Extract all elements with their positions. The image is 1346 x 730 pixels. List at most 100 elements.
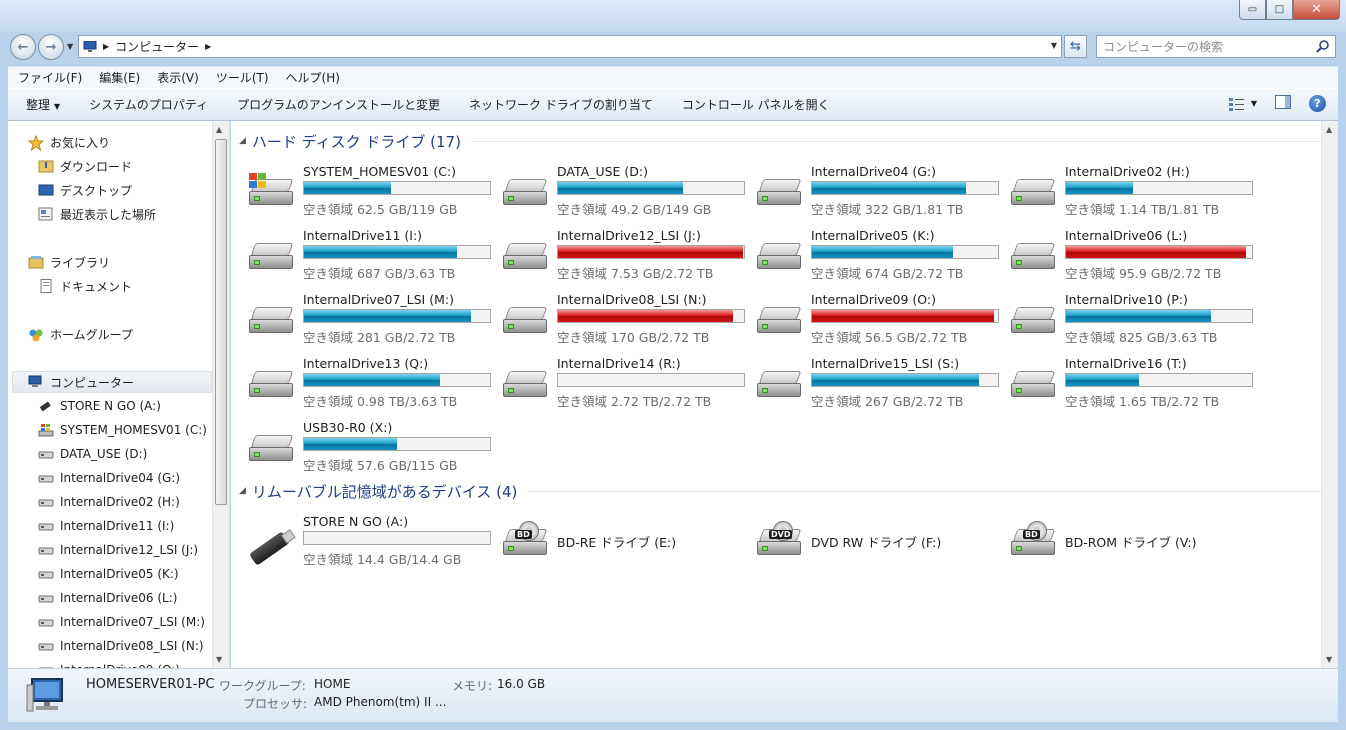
nav-computer[interactable]: コンピューター: [12, 371, 212, 393]
drive-tile[interactable]: InternalDrive16 (T:) 空き領域 1.65 TB/2.72 TB: [1001, 352, 1253, 414]
menu-help[interactable]: ヘルプ(H): [286, 69, 340, 86]
nav-drive-item[interactable]: DATA_USE (D:): [38, 443, 147, 465]
drive-tile[interactable]: InternalDrive07_LSI (M:) 空き領域 281 GB/2.72…: [239, 288, 491, 350]
nav-homegroup[interactable]: ホームグループ: [28, 323, 133, 345]
drive-tile[interactable]: InternalDrive09 (O:) 空き領域 56.5 GB/2.72 TB: [747, 288, 999, 350]
drive-name: InternalDrive12_LSI (J:): [557, 228, 701, 243]
scroll-down-icon[interactable]: ▼: [1326, 655, 1332, 664]
forward-arrow-icon: →: [45, 39, 57, 55]
disc-label: BD: [515, 530, 532, 539]
removable-tile[interactable]: STORE N GO (A:) 空き領域 14.4 GB/14.4 GB: [239, 510, 491, 572]
drive-tile[interactable]: DATA_USE (D:) 空き領域 49.2 GB/149 GB: [493, 160, 745, 222]
menu-file[interactable]: ファイル(F): [18, 69, 82, 86]
removable-tile[interactable]: BD BD-RE ドライブ (E:): [493, 510, 743, 572]
computer-icon: [83, 40, 97, 53]
nav-drive-item[interactable]: InternalDrive12_LSI (J:): [38, 539, 198, 561]
nav-drive-item[interactable]: InternalDrive07_LSI (M:): [38, 611, 205, 633]
search-input[interactable]: コンピューターの検索: [1096, 35, 1336, 58]
maximize-button[interactable]: □: [1266, 0, 1293, 20]
removable-tile[interactable]: BD BD-ROM ドライブ (V:): [1001, 510, 1251, 572]
drive-tile[interactable]: SYSTEM_HOMESV01 (C:) 空き領域 62.5 GB/119 GB: [239, 160, 491, 222]
drive-tile[interactable]: InternalDrive08_LSI (N:) 空き領域 170 GB/2.72…: [493, 288, 745, 350]
capacity-bar: [557, 309, 745, 323]
nav-computer-label: コンピューター: [50, 375, 135, 390]
capacity-bar-fill: [1066, 246, 1247, 258]
address-dropdown-icon[interactable]: ▼: [1051, 41, 1057, 50]
nav-drive-item[interactable]: InternalDrive05 (K:): [38, 563, 179, 585]
nav-scrollbar[interactable]: ▲ ▼: [212, 121, 229, 668]
drive-tile[interactable]: InternalDrive12_LSI (J:) 空き領域 7.53 GB/2.7…: [493, 224, 745, 286]
removable-group-header[interactable]: ◢ リムーバブル記憶域があるデバイス (4): [239, 480, 517, 502]
scroll-up-icon[interactable]: ▲: [1326, 125, 1332, 134]
collapse-icon[interactable]: ◢: [239, 486, 246, 496]
nav-drive-item[interactable]: InternalDrive09 (O:): [38, 659, 180, 668]
nav-drive-item[interactable]: InternalDrive04 (G:): [38, 467, 180, 489]
close-button[interactable]: ✕: [1293, 0, 1340, 20]
drive-icon-wrap: [1011, 303, 1057, 337]
help-icon[interactable]: ?: [1309, 95, 1326, 112]
menu-tools[interactable]: ツール(T): [216, 69, 269, 86]
forward-button[interactable]: →: [38, 34, 64, 60]
scroll-up-icon[interactable]: ▲: [216, 125, 222, 134]
content-scrollbar[interactable]: ▲ ▼: [1321, 121, 1338, 668]
view-options-button[interactable]: ▼: [1228, 97, 1257, 111]
breadcrumb-separator-icon[interactable]: ▶: [205, 42, 211, 51]
view-controls: ▼ ?: [1228, 95, 1326, 112]
nav-drive-label: STORE N GO (A:): [60, 399, 161, 413]
menu-edit[interactable]: 編集(E): [99, 69, 140, 86]
drive-tile[interactable]: InternalDrive14 (R:) 空き領域 2.72 TB/2.72 TB: [493, 352, 745, 414]
recent-pages-dropdown[interactable]: ▼: [67, 42, 73, 51]
scroll-down-icon[interactable]: ▼: [216, 655, 222, 664]
nav-libraries[interactable]: ライブラリ: [28, 251, 110, 273]
preview-pane-button[interactable]: [1275, 95, 1291, 112]
address-row: ← → ▼ ▶ コンピューター ▶ ▼ ⇆ コンピューターの検索: [0, 30, 1346, 62]
nav-scrollbar-thumb[interactable]: [215, 139, 227, 505]
hard-drive-icon: [38, 543, 54, 557]
nav-drive-item[interactable]: InternalDrive06 (L:): [38, 587, 177, 609]
drive-tile[interactable]: InternalDrive04 (G:) 空き領域 322 GB/1.81 TB: [747, 160, 999, 222]
nav-drive-item[interactable]: InternalDrive08_LSI (N:): [38, 635, 204, 657]
capacity-bar-fill: [1066, 182, 1133, 194]
menu-view[interactable]: 表示(V): [157, 69, 199, 86]
drive-tile[interactable]: InternalDrive06 (L:) 空き領域 95.9 GB/2.72 TB: [1001, 224, 1253, 286]
uninstall-button[interactable]: プログラムのアンインストールと変更: [237, 96, 440, 113]
nav-drive-item[interactable]: InternalDrive02 (H:): [38, 491, 180, 513]
drive-tile[interactable]: InternalDrive15_LSI (S:) 空き領域 267 GB/2.72…: [747, 352, 999, 414]
nav-desktop[interactable]: デスクトップ: [38, 179, 132, 201]
refresh-button[interactable]: ⇆: [1064, 35, 1087, 58]
hdd-group-header[interactable]: ◢ ハード ディスク ドライブ (17): [239, 130, 461, 152]
system-properties-button[interactable]: システムのプロパティ: [89, 96, 208, 113]
removable-tile[interactable]: DVD DVD RW ドライブ (F:): [747, 510, 997, 572]
drive-icon-wrap: [1011, 367, 1057, 401]
drive-tile[interactable]: InternalDrive05 (K:) 空き領域 674 GB/2.72 TB: [747, 224, 999, 286]
nav-drive-item[interactable]: STORE N GO (A:): [38, 395, 161, 417]
breadcrumb-separator-icon[interactable]: ▶: [103, 42, 109, 51]
search-icon[interactable]: [1315, 39, 1330, 54]
nav-drive-item[interactable]: InternalDrive11 (I:): [38, 515, 174, 537]
drive-tile[interactable]: InternalDrive11 (I:) 空き領域 687 GB/3.63 TB: [239, 224, 491, 286]
drive-tile[interactable]: InternalDrive10 (P:) 空き領域 825 GB/3.63 TB: [1001, 288, 1253, 350]
nav-favorites[interactable]: お気に入り: [27, 131, 110, 153]
collapse-icon[interactable]: ◢: [239, 136, 246, 146]
breadcrumb-computer[interactable]: コンピューター: [115, 38, 199, 55]
drive-tile[interactable]: USB30-R0 (X:) 空き領域 57.6 GB/115 GB: [239, 416, 491, 478]
capacity-bar: [811, 309, 999, 323]
drive-tile[interactable]: InternalDrive02 (H:) 空き領域 1.14 TB/1.81 TB: [1001, 160, 1253, 222]
organize-button[interactable]: 整理 ▼: [26, 96, 60, 113]
windows-logo-icon: [249, 173, 267, 189]
capacity-bar: [1065, 309, 1253, 323]
nav-recent-places[interactable]: 最近表示した場所: [38, 203, 156, 225]
drive-name: BD-ROM ドライブ (V:): [1065, 535, 1197, 550]
nav-documents[interactable]: ドキュメント: [38, 275, 132, 297]
map-drive-button[interactable]: ネットワーク ドライブの割り当て: [469, 96, 653, 113]
drive-tile[interactable]: InternalDrive13 (Q:) 空き領域 0.98 TB/3.63 TB: [239, 352, 491, 414]
minimize-button[interactable]: ▭: [1239, 0, 1266, 20]
nav-drive-label: DATA_USE (D:): [60, 447, 148, 461]
hard-drive-icon: [249, 371, 295, 399]
nav-downloads[interactable]: ダウンロード: [38, 155, 132, 177]
back-button[interactable]: ←: [10, 34, 36, 60]
control-panel-button[interactable]: コントロール パネルを開く: [682, 96, 830, 113]
address-bar[interactable]: ▶ コンピューター ▶ ▼: [78, 35, 1062, 58]
hdd-group-title: ハード ディスク ドライブ (17): [251, 132, 461, 151]
nav-drive-item[interactable]: SYSTEM_HOMESV01 (C:): [38, 419, 207, 441]
